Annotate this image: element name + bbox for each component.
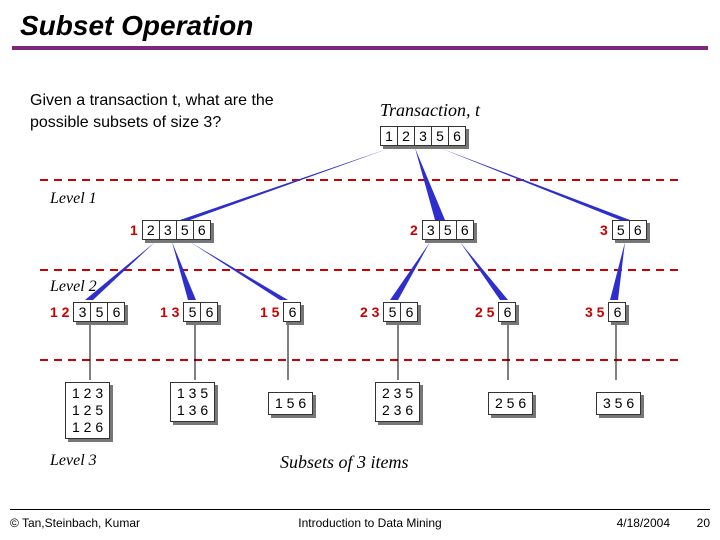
footer: © Tan,Steinbach, Kumar Introduction to D… [10,509,710,530]
l2-node: 3 5 6 [585,302,626,322]
l2-node: 1 5 6 [260,302,301,322]
subset-diagram: Transaction, t Level 1 Level 2 Level 3 S… [20,80,700,480]
prefix: 1 5 [260,304,279,320]
footer-page: 20 [670,516,710,530]
cell: 5 [184,303,201,321]
cell: 1 [381,127,398,145]
cell: 6 [284,303,300,321]
leaf-node: 2 5 6 [488,392,533,415]
slide-title: Subset Operation [0,0,720,46]
prefix: 1 [130,222,138,238]
footer-center: Introduction to Data Mining [190,516,550,530]
leaf-node: 3 5 6 [596,392,641,415]
cell: 6 [457,221,473,239]
cell: 5 [613,221,630,239]
cell: 3 [74,303,91,321]
l1-node: 1 2 3 5 6 [130,220,211,240]
prefix: 3 [600,222,608,238]
cell: 6 [449,127,465,145]
level3-label: Level 3 [50,452,97,470]
leaf-node: 1 2 3 1 2 5 1 2 6 [65,382,110,439]
cell: 3 [415,127,432,145]
prefix: 2 [410,222,418,238]
footer-copyright: © Tan,Steinbach, Kumar [10,516,190,530]
cell: 6 [630,221,646,239]
cell: 2 [398,127,415,145]
subsets-label: Subsets of 3 items [280,452,409,473]
cell: 6 [108,303,124,321]
cell: 3 [423,221,440,239]
footer-date: 4/18/2004 [550,516,670,530]
cell: 2 [143,221,160,239]
l2-node: 1 2 3 5 6 [50,302,125,322]
l1-node: 2 3 5 6 [410,220,474,240]
level2-label: Level 2 [50,278,97,296]
cell: 5 [91,303,108,321]
cell: 6 [401,303,417,321]
prefix: 3 5 [585,304,604,320]
title-underline [12,46,708,50]
cell: 5 [440,221,457,239]
prefix: 1 2 [50,304,69,320]
tree-edges [20,80,700,480]
prefix: 2 3 [360,304,379,320]
cell: 5 [432,127,449,145]
cell: 6 [499,303,515,321]
l1-node: 3 5 6 [600,220,647,240]
level1-label: Level 1 [50,190,97,208]
cell: 3 [160,221,177,239]
l2-node: 2 5 6 [475,302,516,322]
root-node: 1 2 3 5 6 [380,126,466,146]
leaf-node: 2 3 5 2 3 6 [375,382,420,422]
prefix: 2 5 [475,304,494,320]
leaf-node: 1 3 5 1 3 6 [170,382,215,422]
prefix: 1 3 [160,304,179,320]
cell: 6 [194,221,210,239]
cell: 5 [177,221,194,239]
leaf-node: 1 5 6 [268,392,313,415]
transaction-label: Transaction, t [380,100,480,121]
cell: 5 [384,303,401,321]
l2-node: 2 3 5 6 [360,302,418,322]
cell: 6 [609,303,625,321]
cell: 6 [201,303,217,321]
l2-node: 1 3 5 6 [160,302,218,322]
